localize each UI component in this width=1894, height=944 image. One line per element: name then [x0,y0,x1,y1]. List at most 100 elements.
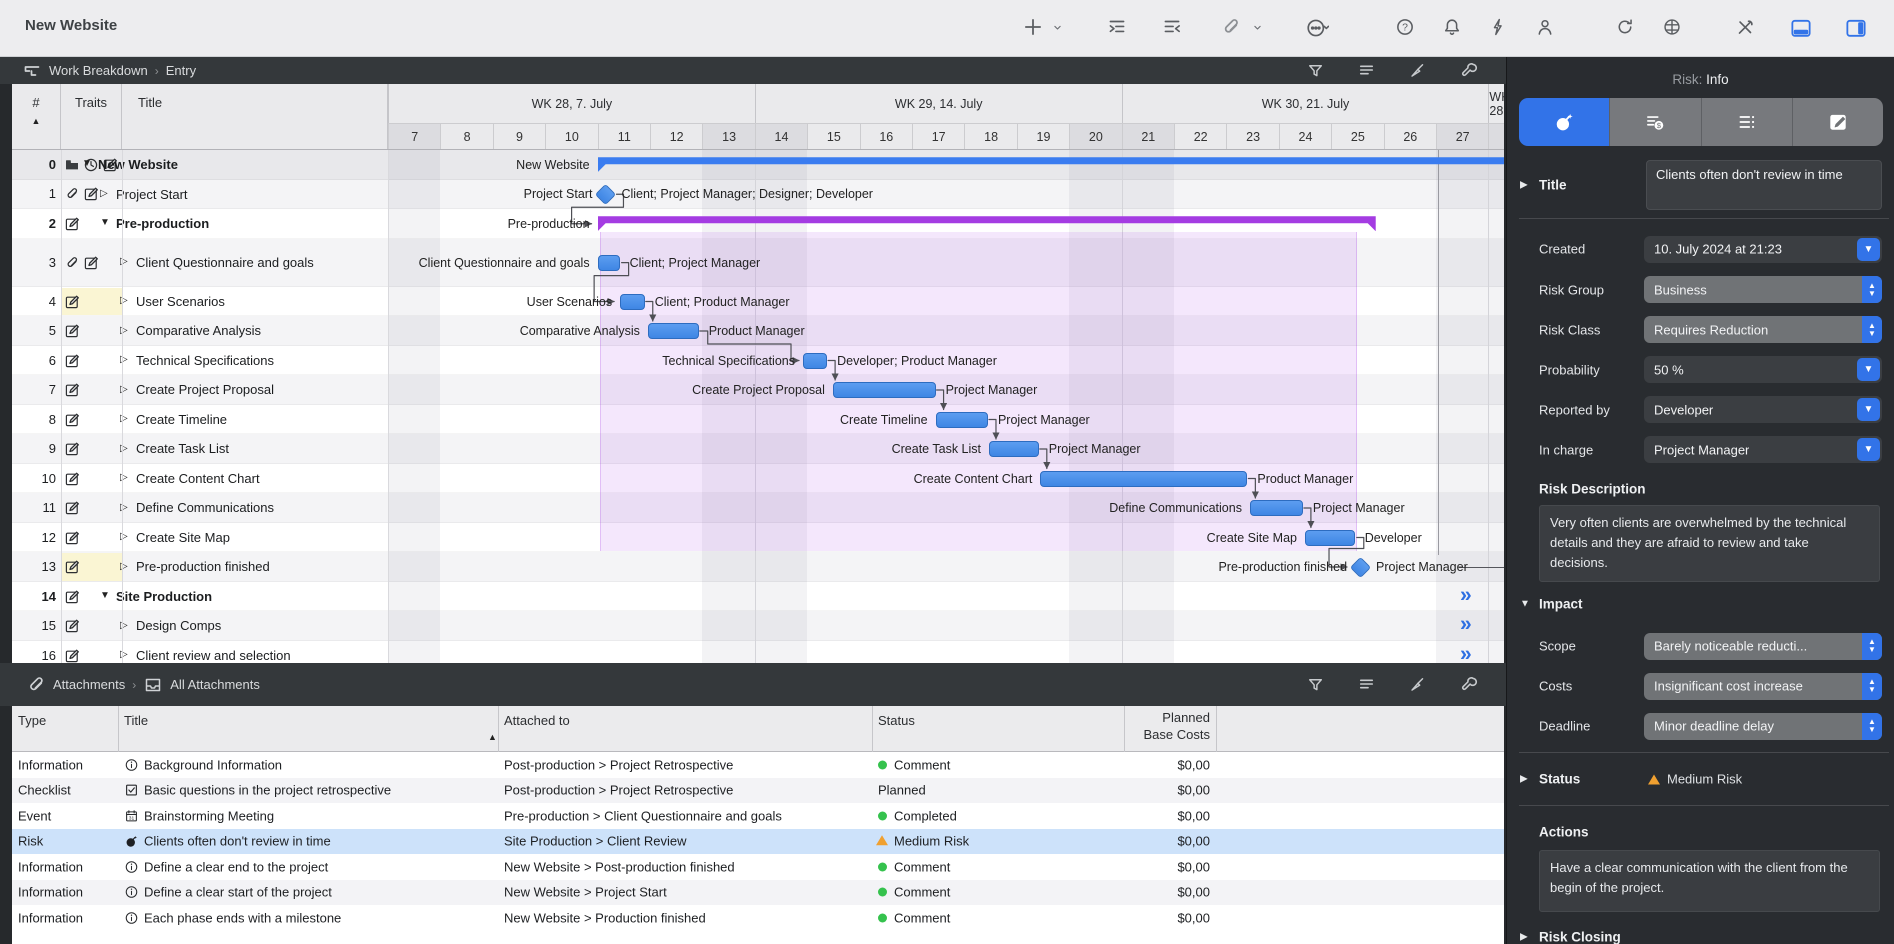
breadcrumb-attachments[interactable]: Attachments [53,677,125,692]
filter-icon[interactable] [1305,674,1327,696]
clip-trait-icon[interactable] [64,255,80,271]
format-brush-icon[interactable] [1407,674,1429,696]
task-title[interactable]: Technical Specifications [136,346,372,376]
outdent-icon[interactable] [1161,16,1185,40]
stepper-control[interactable]: ▲▼ [1862,276,1882,303]
attachment-row[interactable]: EventBrainstorming MeetingPre-production… [12,803,1504,829]
field-reported-by[interactable]: Developer▼ [1644,396,1882,423]
impact-disclosure-icon[interactable]: ▼ [1520,599,1530,610]
field-risk-class[interactable]: Requires Reduction▲▼ [1644,316,1882,343]
edit-trait-icon[interactable] [64,216,80,232]
task-title[interactable]: Comparative Analysis [136,316,372,346]
edit-trait-icon[interactable] [64,589,80,605]
task-title[interactable]: Create Task List [136,434,372,464]
field-costs[interactable]: Insignificant cost increase▲▼ [1644,673,1882,700]
add-icon[interactable] [1022,16,1046,40]
gantt-task-bar[interactable] [1040,471,1247,487]
indent-icon[interactable] [1106,16,1130,40]
task-title[interactable]: Project Start [116,180,372,210]
network-icon[interactable] [1661,16,1685,40]
gantt-task-bar[interactable] [833,382,936,398]
task-title[interactable]: Pre-production finished [136,552,372,582]
task-title[interactable]: Client review and selection [136,641,372,663]
task-title[interactable]: Client Questionnaire and goals [136,239,372,287]
gantt-task-bar[interactable] [803,353,827,369]
edit-trait-icon[interactable] [64,559,80,575]
task-title[interactable]: Create Timeline [136,405,372,435]
stepper-control[interactable]: ▲▼ [1862,713,1882,740]
tab-edit[interactable] [1793,98,1883,146]
field-in-charge[interactable]: Project Manager▼ [1644,436,1882,463]
add-chevron-icon[interactable] [1050,20,1074,44]
gantt-task-bar[interactable] [1305,530,1355,546]
breadcrumb-all-attachments[interactable]: All Attachments [170,677,260,692]
collapse-icon[interactable]: ▼ [82,158,92,169]
stepper-control[interactable]: ▲▼ [1862,633,1882,660]
title-disclosure-icon[interactable]: ▶ [1520,180,1528,191]
format-brush-icon[interactable] [1407,60,1429,82]
quick-actions-icon[interactable] [1487,16,1511,40]
attachment-row[interactable]: InformationDefine a clear end to the pro… [12,854,1504,880]
risk-title-input[interactable]: Clients often don't review in time [1646,160,1882,210]
attachment-row[interactable]: InformationEach phase ends with a milest… [12,905,1504,931]
edit-trait-icon[interactable] [64,618,80,634]
attach-chevron-icon[interactable] [1250,20,1274,44]
notes-icon[interactable] [1356,60,1378,82]
settings-wrench-icon[interactable] [1459,60,1481,82]
actions-input[interactable]: Have a clear communication with the clie… [1539,850,1880,912]
toggle-right-panel-icon[interactable] [1844,16,1868,40]
col-attached-to[interactable]: Attached to [504,713,570,728]
gantt-task-bar[interactable] [598,255,620,271]
task-title[interactable]: Design Comps [136,611,372,641]
tools-icon[interactable] [1734,16,1758,40]
breadcrumb-work-breakdown[interactable]: Work Breakdown [49,63,148,78]
tab-costs[interactable] [1610,98,1701,146]
edit-trait-icon[interactable] [83,186,99,202]
help-icon[interactable] [1394,16,1418,40]
notes-icon[interactable] [1356,674,1378,696]
expand-icon[interactable]: ▷ [100,188,108,199]
status-disclosure-icon[interactable]: ▶ [1520,774,1528,785]
field-scope[interactable]: Barely noticeable reducti...▲▼ [1644,633,1882,660]
col-title[interactable]: Title [124,713,148,728]
edit-trait-icon[interactable] [64,471,80,487]
edit-trait-icon[interactable] [64,441,80,457]
clip-trait-icon[interactable] [64,186,80,202]
edit-trait-icon[interactable] [64,323,80,339]
attachment-row[interactable]: InformationDefine a clear start of the p… [12,880,1504,906]
dropdown-button[interactable]: ▼ [1857,438,1880,461]
attachment-row[interactable]: RiskClients often don't review in timeSi… [12,829,1504,855]
task-title[interactable]: Pre-production [116,209,372,239]
edit-trait-icon[interactable] [64,412,80,428]
task-title[interactable]: Create Site Map [136,523,372,553]
attachments-breadcrumb[interactable]: Attachments › All Attachments [26,663,260,706]
field-deadline[interactable]: Minor deadline delay▲▼ [1644,713,1882,740]
settings-wrench-icon[interactable] [1459,674,1481,696]
collapse-icon[interactable]: ▼ [100,590,110,601]
risk-closing-disclosure-icon[interactable]: ▶ [1520,932,1528,943]
task-title[interactable]: User Scenarios [136,287,372,317]
tab-lists[interactable] [1702,98,1793,146]
sync-icon[interactable] [1614,16,1638,40]
offscreen-bars-indicator[interactable]: » [1460,642,1471,663]
risk-description-input[interactable]: Very often clients are overwhelmed by th… [1539,505,1880,582]
offscreen-bars-indicator[interactable]: » [1460,583,1471,607]
col-traits[interactable]: Traits [61,84,122,150]
gantt-task-bar[interactable] [620,294,645,310]
col-planned-costs[interactable]: Planned [1162,710,1210,725]
edit-trait-icon[interactable] [64,500,80,516]
edit-trait-icon[interactable] [64,294,80,310]
task-title[interactable]: Define Communications [136,493,372,523]
tab-risk[interactable] [1519,98,1610,146]
task-title[interactable]: New Website [98,150,372,180]
task-title[interactable]: Create Content Chart [136,464,372,494]
wbs-breadcrumb[interactable]: Work Breakdown › Entry [22,57,196,84]
stepper-control[interactable]: ▲▼ [1862,673,1882,700]
dropdown-button[interactable]: ▼ [1857,358,1880,381]
folder-trait-icon[interactable] [64,157,80,173]
col-status[interactable]: Status [878,713,915,728]
edit-trait-icon[interactable] [64,353,80,369]
toggle-bottom-panel-icon[interactable] [1789,16,1813,40]
dropdown-button[interactable]: ▼ [1857,398,1880,421]
gantt-task-bar[interactable] [648,323,699,339]
